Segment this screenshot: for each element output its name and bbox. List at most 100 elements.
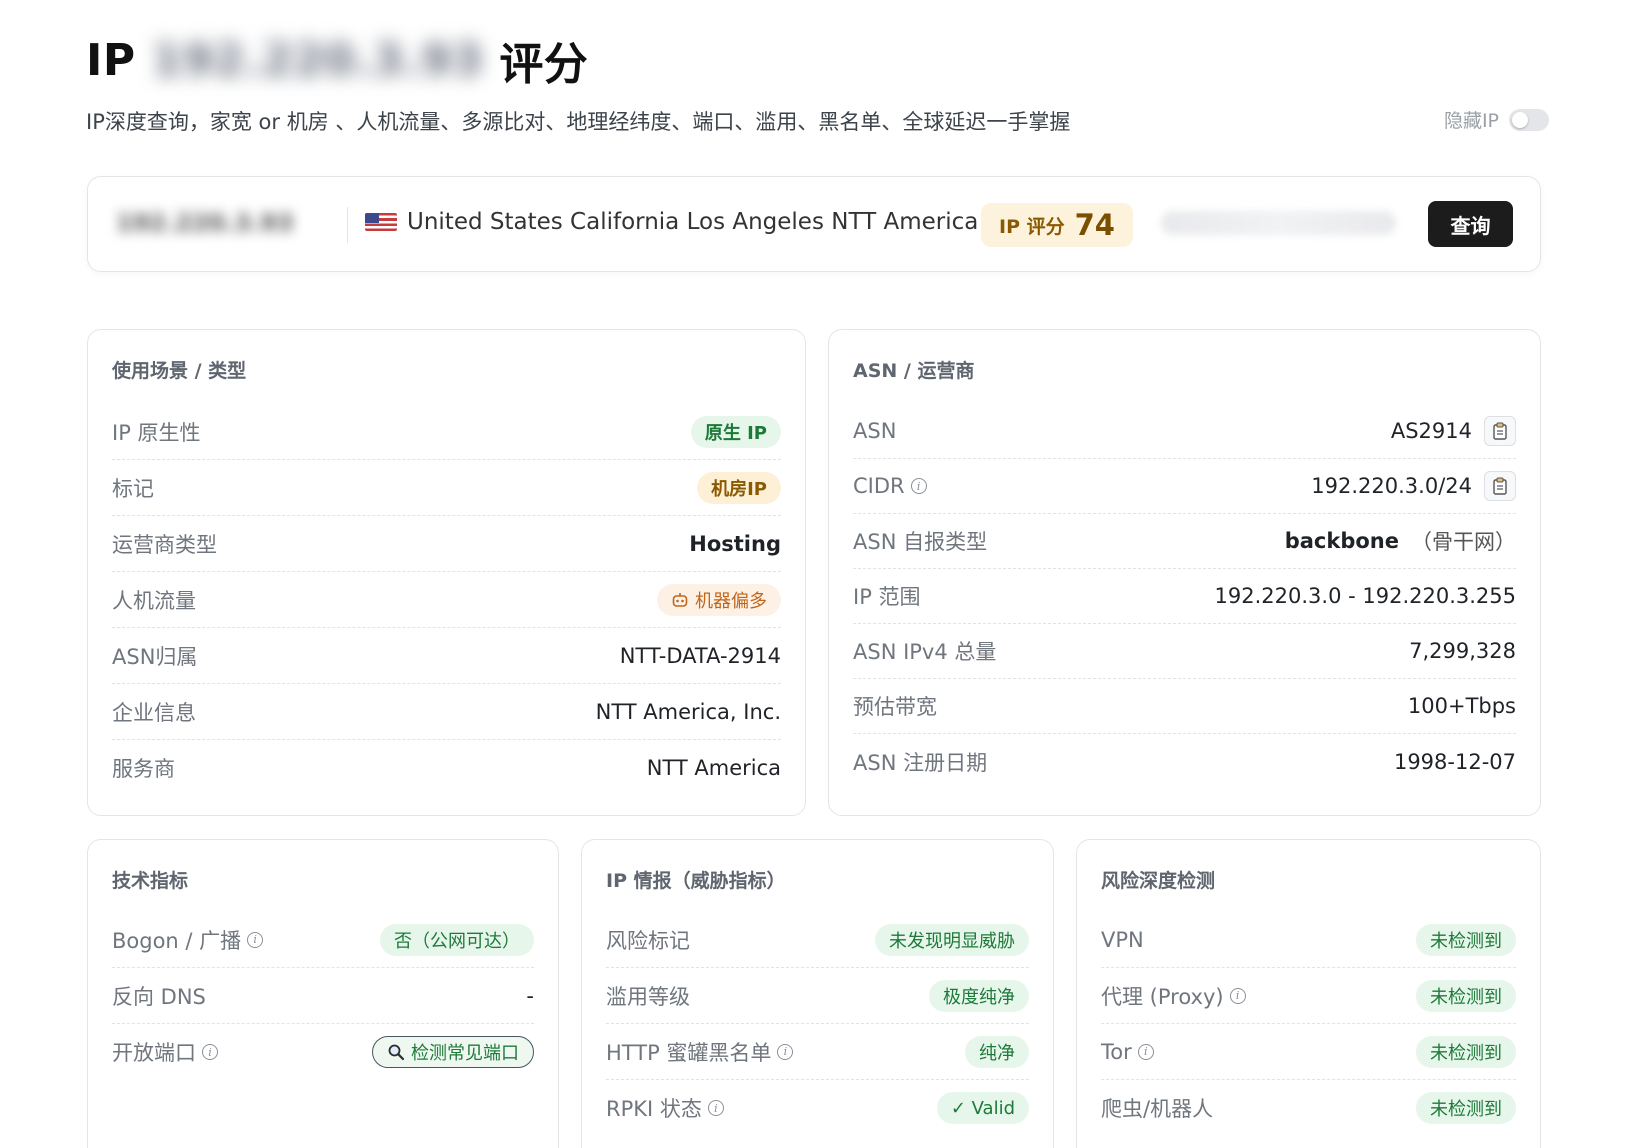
table-row: 风险标记 未发现明显威胁	[606, 912, 1029, 968]
row-label: Tor i	[1101, 1040, 1154, 1064]
rpki-badge: ✓ Valid	[936, 1092, 1029, 1124]
scan-ports-button[interactable]: 检测常见端口	[372, 1036, 534, 1068]
row-value: NTT America, Inc.	[595, 699, 781, 724]
score-value: 74	[1074, 208, 1115, 242]
query-bar: 192.220.3.93 United States California Lo…	[87, 176, 1541, 272]
usage-card: 使用场景 / 类型 IP 原生性 原生 IP 标记 机房IP 运营商类型 Hos…	[87, 329, 806, 816]
ip-score-badge: IP 评分 74	[981, 203, 1133, 247]
info-icon[interactable]: i	[777, 1043, 794, 1060]
table-row: 运营商类型 Hosting	[112, 516, 781, 572]
us-flag-icon	[365, 213, 397, 231]
row-value: 100+Tbps	[1407, 694, 1516, 718]
copy-asn-button[interactable]	[1484, 416, 1516, 446]
table-row: 标记 机房IP	[112, 460, 781, 516]
info-icon[interactable]: i	[247, 931, 264, 948]
info-icon[interactable]: i	[707, 1100, 724, 1116]
row-label: IP 原生性	[112, 420, 201, 445]
info-icon[interactable]: i	[910, 478, 927, 494]
card-title: 使用场景 / 类型	[112, 360, 247, 382]
card-title: ASN / 运营商	[853, 360, 975, 382]
cidr-value: 192.220.3.0/24	[1311, 474, 1472, 498]
crawler-badge: 未检测到	[1416, 1092, 1516, 1124]
risk-card: 风险深度检测 VPN 未检测到 代理 (Proxy) i 未检测到 Tor i 未检…	[1076, 839, 1541, 1148]
row-label-text: 代理 (Proxy)	[1101, 984, 1224, 1009]
row-label-text: Tor	[1101, 1039, 1132, 1064]
row-label: IP 范围	[853, 585, 921, 609]
row-label: Bogon / 广播 i	[112, 925, 264, 955]
table-row: ASN IPv4 总量 7,299,328	[853, 624, 1516, 679]
clipboard-icon	[1493, 422, 1507, 440]
tech-card: 技术指标 Bogon / 广播 i 否（公网可达） 反向 DNS - 开放端口 i …	[87, 839, 559, 1148]
page-title: IP 192.220.3.93 评分	[86, 28, 588, 92]
row-label: 预估带宽	[853, 695, 937, 719]
card-title: 技术指标	[112, 870, 189, 892]
table-row: Bogon / 广播 i 否（公网可达）	[112, 912, 534, 968]
table-row: 滥用等级 极度纯净	[606, 968, 1029, 1024]
table-row: ASN 自报类型 backbone （骨干网）	[853, 514, 1516, 569]
copy-cidr-button[interactable]	[1484, 471, 1516, 501]
clipboard-icon	[1493, 477, 1507, 495]
row-value: 7,299,328	[1409, 639, 1516, 663]
row-label-text: HTTP 蜜罐黑名单	[606, 1040, 772, 1065]
badge-text: 机器偏多	[695, 590, 767, 612]
row-value: NTT-DATA-2914	[619, 643, 781, 668]
row-label: 人机流量	[112, 588, 196, 613]
query-ip[interactable]: 192.220.3.93	[116, 209, 294, 237]
table-row: 代理 (Proxy) i 未检测到	[1101, 968, 1516, 1024]
row-label: ASN	[853, 419, 897, 443]
card-title: IP 情报（威胁指标）	[606, 870, 786, 892]
hide-ip-toggle[interactable]	[1509, 108, 1549, 131]
query-button[interactable]: 查询	[1428, 201, 1513, 247]
title-prefix: IP	[86, 34, 136, 86]
abuse-level-badge: 极度纯净	[929, 979, 1029, 1012]
risk-flag-badge: 未发现明显威胁	[875, 923, 1029, 956]
row-label-text: Bogon / 广播	[112, 928, 242, 953]
title-suffix: 评分	[499, 39, 589, 90]
table-row: HTTP 蜜罐黑名单 i 纯净	[606, 1024, 1029, 1080]
row-label: CIDR i	[853, 474, 927, 498]
info-icon[interactable]: i	[1229, 987, 1246, 1004]
row-label: ASN归属	[112, 644, 198, 669]
row-value: backbone （骨干网）	[1285, 526, 1516, 556]
row-label: ASN 注册日期	[853, 750, 988, 775]
table-row: Tor i 未检测到	[1101, 1024, 1516, 1080]
query-input[interactable]	[1161, 211, 1396, 235]
row-label: 企业信息	[112, 700, 196, 725]
toggle-knob	[1512, 111, 1528, 128]
row-value: 192.220.3.0/24	[1311, 471, 1516, 501]
table-row: 爬虫/机器人 未检测到	[1101, 1080, 1516, 1136]
page-subtitle: IP深度查询，家宽 or 机房 、人机流量、多源比对、地理经纬度、端口、滥用、黑…	[86, 110, 1071, 134]
row-label: 爬虫/机器人	[1101, 1097, 1214, 1121]
table-row: RPKI 状态 i ✓ Valid	[606, 1080, 1029, 1136]
asn-type-note: （骨干网）	[1411, 530, 1516, 554]
native-ip-badge: 原生 IP	[690, 415, 781, 448]
row-label-text: RPKI 状态	[606, 1097, 702, 1121]
row-value: AS2914	[1391, 416, 1516, 446]
table-row: IP 范围 192.220.3.0 - 192.220.3.255	[853, 569, 1516, 624]
table-row: CIDR i 192.220.3.0/24	[853, 459, 1516, 514]
datacenter-badge: 机房IP	[697, 471, 781, 504]
table-row: 人机流量 机器偏多	[112, 572, 781, 628]
proxy-badge: 未检测到	[1416, 979, 1516, 1012]
table-row: 企业信息 NTT America, Inc.	[112, 684, 781, 740]
row-label: HTTP 蜜罐黑名单 i	[606, 1037, 794, 1067]
info-icon[interactable]: i	[1137, 1043, 1154, 1060]
table-row: ASN AS2914	[853, 404, 1516, 459]
table-row: 反向 DNS -	[112, 968, 534, 1024]
table-row: 预估带宽 100+Tbps	[853, 679, 1516, 734]
row-value: 192.220.3.0 - 192.220.3.255	[1214, 584, 1516, 608]
table-row: ASN 注册日期 1998-12-07	[853, 734, 1516, 789]
row-label: 标记	[112, 476, 154, 501]
row-value: 1998-12-07	[1393, 749, 1516, 774]
geo-location: United States California Los Angeles NTT…	[365, 209, 978, 235]
intel-card: IP 情报（威胁指标） 风险标记 未发现明显威胁 滥用等级 极度纯净 HTTP …	[581, 839, 1054, 1148]
honeypot-badge: 纯净	[965, 1035, 1029, 1068]
row-label: 反向 DNS	[112, 984, 206, 1009]
row-label: ASN IPv4 总量	[853, 640, 997, 664]
magnifier-icon	[388, 1044, 405, 1061]
row-label: 服务商	[112, 757, 175, 781]
info-icon[interactable]: i	[202, 1044, 218, 1060]
row-label: 风险标记	[606, 928, 690, 953]
divider	[347, 207, 348, 243]
asn-value: AS2914	[1390, 419, 1472, 443]
